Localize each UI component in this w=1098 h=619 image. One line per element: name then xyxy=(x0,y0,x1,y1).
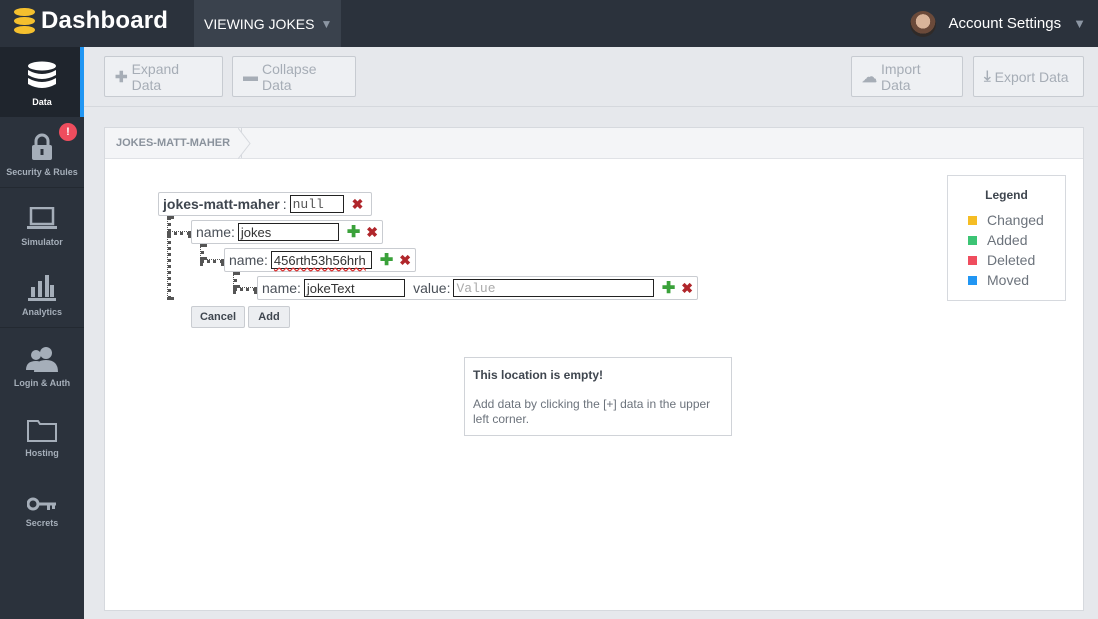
delete-icon[interactable]: ✖ xyxy=(366,224,378,241)
legend-title: Legend xyxy=(985,188,1028,202)
sidebar-item-login-auth[interactable]: Login & Auth xyxy=(0,328,84,398)
sidebar: Data Security & Rules ! Simulator Analyt… xyxy=(0,47,84,619)
value-input[interactable]: Value xyxy=(453,279,654,297)
value-label: value: xyxy=(413,280,451,296)
add-child-icon[interactable]: ✚ xyxy=(662,278,675,298)
expand-data-button[interactable]: ✚ Expand Data xyxy=(104,56,223,97)
tree-line xyxy=(233,272,237,288)
chevron-down-icon: ▼ xyxy=(320,16,333,31)
tree-node-root: jokes-matt-maher : null ✖ xyxy=(158,192,372,216)
expand-data-label: Expand Data xyxy=(131,60,180,93)
name-input[interactable]: 456rth53h56hrh xyxy=(270,251,372,269)
cloud-upload-icon: ☁ xyxy=(862,68,877,86)
users-icon xyxy=(26,338,58,372)
legend-label: Moved xyxy=(987,272,1030,288)
legend-label: Deleted xyxy=(987,252,1036,268)
sidebar-item-hosting[interactable]: Hosting xyxy=(0,398,84,468)
database-icon xyxy=(27,57,57,91)
sidebar-item-label: Security & Rules xyxy=(6,167,78,177)
name-label: name: xyxy=(262,280,301,296)
add-button[interactable]: Add xyxy=(248,306,290,328)
key-icon xyxy=(27,478,57,512)
empty-state-box: This location is empty! Add data by clic… xyxy=(464,357,732,436)
account-settings-menu[interactable]: Account Settings ▼ xyxy=(909,0,1098,47)
delete-icon[interactable]: ✖ xyxy=(399,252,411,269)
laptop-icon xyxy=(27,197,57,231)
sidebar-item-analytics[interactable]: Analytics xyxy=(0,257,84,327)
sidebar-item-label: Simulator xyxy=(21,237,63,247)
import-data-label: Import Data xyxy=(881,60,921,93)
lock-icon xyxy=(31,127,53,161)
root-value-input[interactable]: null xyxy=(289,195,344,213)
account-settings-label: Account Settings xyxy=(948,15,1062,32)
database-stack-icon xyxy=(14,8,35,34)
sidebar-item-security-rules[interactable]: Security & Rules ! xyxy=(0,117,84,187)
legend-label: Added xyxy=(987,232,1028,248)
name-input[interactable]: jokeText xyxy=(303,279,406,297)
app-title: Dashboard xyxy=(41,7,169,34)
tree-node-jokes: name: jokes ✚ ✖ xyxy=(191,220,383,244)
legend: Legend Changed Added Deleted Moved xyxy=(947,175,1066,301)
legend-item-added: Added xyxy=(968,232,1027,248)
name-input[interactable]: jokes xyxy=(237,223,339,241)
sidebar-item-data[interactable]: Data xyxy=(0,47,84,117)
sidebar-item-simulator[interactable]: Simulator xyxy=(0,187,84,257)
collapse-data-label: Collapse Data xyxy=(262,60,317,93)
avatar xyxy=(909,10,936,37)
sidebar-item-label: Secrets xyxy=(25,518,59,528)
add-child-icon[interactable]: ✚ xyxy=(380,250,393,270)
added-swatch xyxy=(968,235,977,245)
sidebar-item-secrets[interactable]: Secrets xyxy=(0,468,84,538)
plus-icon: ✚ xyxy=(115,68,128,86)
tree-line xyxy=(233,287,257,291)
sidebar-item-label: Data xyxy=(32,97,52,107)
alert-badge: ! xyxy=(59,123,77,141)
tree-line xyxy=(167,216,171,300)
breadcrumb-label: JOKES-MATT-MAHER xyxy=(116,137,231,149)
sidebar-item-label: Analytics xyxy=(21,307,63,317)
breadcrumb-item[interactable]: JOKES-MATT-MAHER xyxy=(105,128,243,158)
legend-item-changed: Changed xyxy=(968,212,1044,228)
empty-state-body: Add data by clicking the [+] data in the… xyxy=(473,397,711,426)
root-key: jokes-matt-maher xyxy=(163,196,280,212)
delete-icon[interactable]: ✖ xyxy=(681,280,693,297)
top-bar: Dashboard VIEWING JOKES ▼ Account Settin… xyxy=(0,0,1098,47)
deleted-swatch xyxy=(968,255,977,265)
breadcrumb-arrow-icon xyxy=(238,128,251,159)
minus-icon: ▬ xyxy=(243,68,258,85)
legend-item-deleted: Deleted xyxy=(968,252,1035,268)
breadcrumb: JOKES-MATT-MAHER xyxy=(105,128,1083,159)
colon-separator: : xyxy=(282,196,287,212)
moved-swatch xyxy=(968,275,977,285)
empty-state-title: This location is empty! xyxy=(473,368,604,382)
delete-icon[interactable]: ✖ xyxy=(352,196,364,213)
view-selector-label: VIEWING JOKES xyxy=(204,15,315,32)
export-data-button[interactable]: ⤓ Export Data xyxy=(973,56,1084,97)
legend-label: Changed xyxy=(987,212,1044,228)
tree-node-joketext: name: jokeText value: Value ✚ ✖ xyxy=(257,276,698,300)
name-label: name: xyxy=(229,252,268,268)
toolbar: ✚ Expand Data ▬ Collapse Data ☁ Import D… xyxy=(84,47,1098,107)
tree-line xyxy=(200,259,224,263)
name-label: name: xyxy=(196,224,235,240)
chevron-down-icon: ▼ xyxy=(1073,16,1086,31)
logo[interactable]: Dashboard xyxy=(14,7,168,35)
import-data-button[interactable]: ☁ Import Data xyxy=(851,56,963,97)
cancel-button[interactable]: Cancel xyxy=(191,306,245,328)
sidebar-item-label: Login & Auth xyxy=(13,378,71,388)
export-data-label: Export Data xyxy=(994,68,1069,85)
add-child-icon[interactable]: ✚ xyxy=(347,222,360,242)
sidebar-item-label: Hosting xyxy=(25,448,59,458)
collapse-data-button[interactable]: ▬ Collapse Data xyxy=(232,56,356,97)
tree-node-id: name: 456rth53h56hrh ✚ ✖ xyxy=(224,248,416,272)
changed-swatch xyxy=(968,215,977,225)
legend-item-moved: Moved xyxy=(968,272,1029,288)
tree-line xyxy=(167,231,191,235)
folder-icon xyxy=(27,408,57,442)
view-selector[interactable]: VIEWING JOKES ▼ xyxy=(194,0,341,47)
bar-chart-icon xyxy=(28,267,56,301)
tree-line xyxy=(200,244,204,260)
download-icon: ⤓ xyxy=(984,68,991,85)
